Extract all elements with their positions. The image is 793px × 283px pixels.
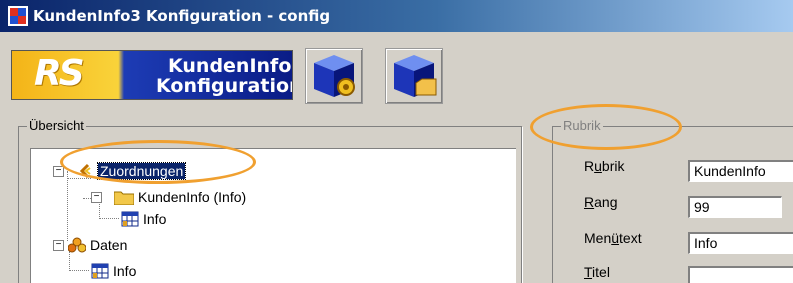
folder-icon xyxy=(114,191,134,205)
cube-folder-button[interactable] xyxy=(385,48,443,104)
tree-item-zuordnungen[interactable]: − Zuordnungen xyxy=(53,161,187,181)
tree-item-daten[interactable]: − Daten xyxy=(53,235,127,255)
database-icon xyxy=(68,237,86,253)
titel-field[interactable] xyxy=(688,266,793,283)
collapse-icon[interactable]: − xyxy=(53,239,64,251)
menuetext-field[interactable]: Info xyxy=(688,232,793,254)
tree-item-info[interactable]: Info xyxy=(121,209,166,229)
overview-legend: Übersicht xyxy=(27,118,86,133)
tree-item-kundeninfo[interactable]: − KundenInfo (Info) xyxy=(91,187,246,207)
menuetext-label: Menütext xyxy=(584,230,642,246)
tree-item-label: Info xyxy=(143,211,167,227)
tree-item-label: Info xyxy=(113,263,137,279)
table-icon xyxy=(91,263,109,279)
tree-item-info-2[interactable]: Info xyxy=(91,261,136,281)
title-bar: KundenInfo3 Konfiguration - config xyxy=(0,0,793,32)
table-icon xyxy=(121,211,139,227)
app-icon xyxy=(8,6,28,26)
logo-mark: RS xyxy=(34,53,85,94)
titel-label: Titel xyxy=(584,264,610,280)
rang-field[interactable]: 99 xyxy=(688,196,782,218)
toolbar: RS KundenInfo3 Konfiguration xyxy=(0,32,793,112)
logo-line2: Konfiguration xyxy=(156,75,293,97)
rubrik-legend: Rubrik xyxy=(561,118,603,133)
cube-folder-icon xyxy=(394,55,437,97)
collapse-icon[interactable]: − xyxy=(91,191,102,203)
link-icon xyxy=(79,163,91,179)
tree-item-label: Zuordnungen xyxy=(96,162,187,180)
tree-item-label: KundenInfo (Info) xyxy=(138,189,247,205)
tree-item-label: Daten xyxy=(90,237,128,253)
collapse-icon[interactable]: − xyxy=(53,165,64,177)
rang-label: Rang xyxy=(584,194,618,210)
cube-gear-button[interactable] xyxy=(305,48,363,104)
navigation-tree[interactable]: − Zuordnungen − KundenInfo (Info) Info − xyxy=(30,148,516,283)
cube-gear-icon xyxy=(314,55,355,97)
window-title: KundenInfo3 Konfiguration - config xyxy=(33,7,331,25)
rubrik-field[interactable]: KundenInfo xyxy=(688,160,793,182)
app-logo: RS KundenInfo3 Konfiguration xyxy=(11,50,293,100)
logo-line1: KundenInfo3 xyxy=(168,55,292,77)
rubrik-label: Rubrik xyxy=(584,158,625,174)
